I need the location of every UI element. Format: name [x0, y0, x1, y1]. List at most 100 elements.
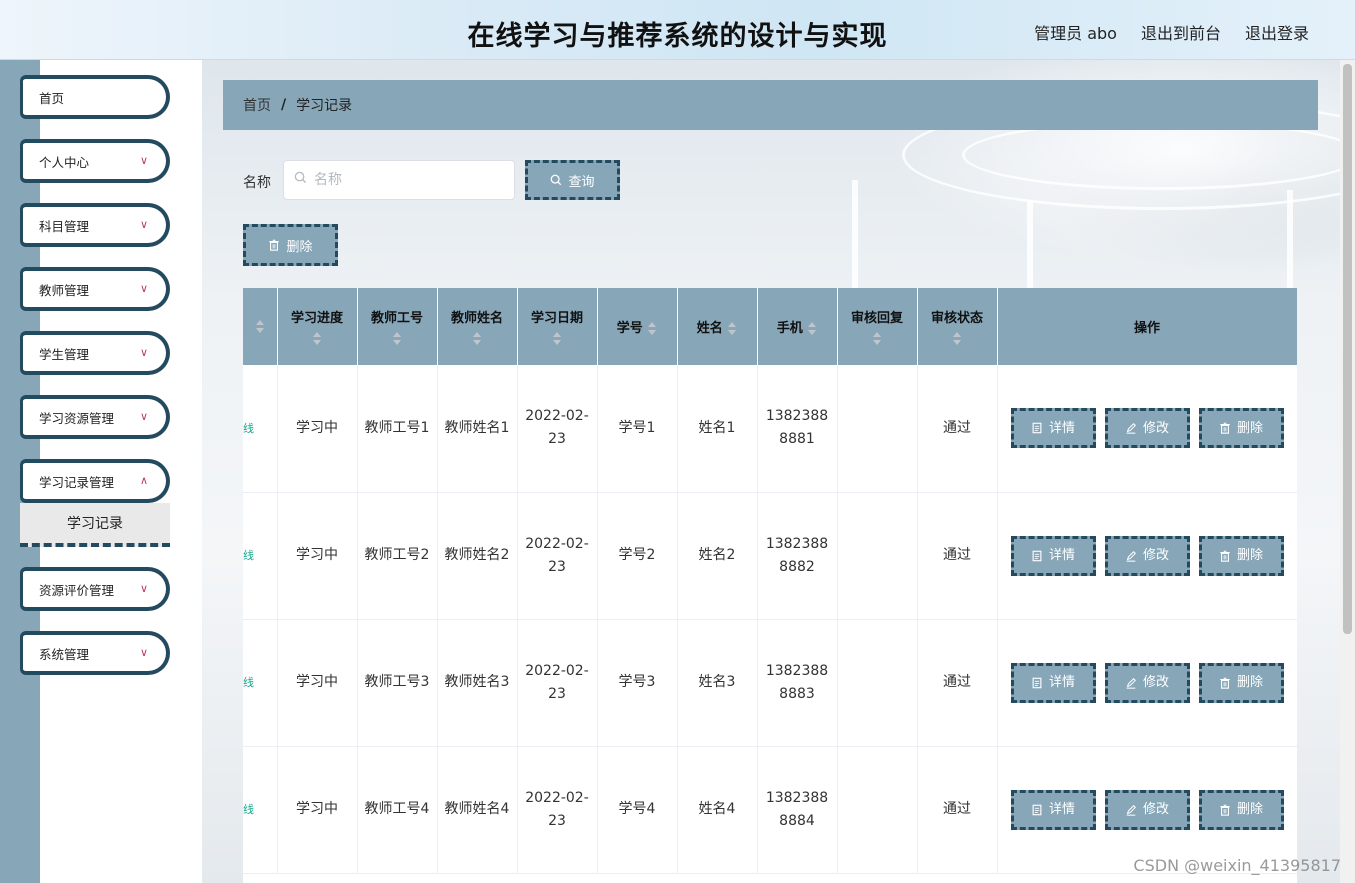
sort-icon[interactable] [312, 332, 322, 346]
column-header-progress[interactable]: 学习进度 [277, 288, 358, 365]
sort-icon[interactable] [727, 321, 737, 336]
page-scrollbar[interactable] [1340, 60, 1355, 883]
trash-icon [269, 239, 280, 251]
column-header-date[interactable]: 学习日期 [517, 288, 598, 365]
cell-reply [837, 365, 918, 493]
detail-button[interactable]: 详情 [1010, 789, 1096, 830]
back-to-front-link[interactable]: 退出到前台 [1141, 20, 1221, 44]
top-header: 在线学习与推荐系统的设计与实现 管理员 abo 退出到前台 退出登录 [0, 0, 1355, 60]
sidebar-item-label: 个人中心 [39, 154, 90, 170]
sort-icon[interactable] [872, 332, 882, 346]
cell-date: 2022-02-23 [517, 619, 598, 747]
delete-button[interactable]: 删除 [1198, 789, 1284, 830]
sort-icon[interactable] [552, 332, 562, 346]
table-row: 线 学习中 教师工号1 教师姓名1 2022-02-23 学号1 姓名1 138… [243, 365, 1297, 493]
column-header-phone[interactable]: 手机 [757, 288, 838, 365]
sidebar-item-teachers[interactable]: 教师管理 ∨ [20, 267, 170, 311]
cell-student-id: 学号4 [597, 746, 678, 874]
sort-icon[interactable] [807, 321, 817, 336]
edit-button-label: 修改 [1142, 548, 1169, 563]
sidebar-item-subjects[interactable]: 科目管理 ∨ [20, 203, 170, 247]
partial-cell[interactable]: 线 [243, 492, 278, 620]
column-header-teacher-name[interactable]: 教师姓名 [437, 288, 518, 365]
sidebar-item-label: 教师管理 [39, 282, 90, 298]
decor-ring [962, 120, 1355, 190]
records-table: 学习进度 教师工号 教师姓名 学习日期 学号 姓名 手机 审核回复 审核状态 操… [243, 288, 1297, 883]
row-actions: 详情 修改 删除 [1002, 408, 1293, 449]
cell-reply [837, 746, 918, 874]
partial-cell[interactable]: 线 [243, 746, 278, 874]
detail-button[interactable]: 详情 [1010, 408, 1096, 449]
cell-name: 姓名4 [677, 746, 758, 874]
cell-phone: 13823888882 [757, 492, 838, 620]
sidebar-item-system[interactable]: 系统管理 ∨ [20, 631, 170, 675]
sidebar-subitem-label: 学习记录 [67, 516, 123, 532]
chevron-down-icon: ∨ [139, 582, 148, 595]
edit-button[interactable]: 修改 [1104, 789, 1190, 830]
cell-teacher-id: 教师工号1 [357, 365, 438, 493]
sidebar-item-study-records[interactable]: 学习记录管理 ∧ [20, 459, 170, 503]
delete-button[interactable]: 删除 [1198, 662, 1284, 703]
delete-button[interactable]: 删除 [1198, 408, 1284, 449]
cell-actions: 详情 修改 删除 [997, 492, 1297, 620]
sort-icon[interactable] [255, 319, 265, 334]
cell-reply [837, 492, 918, 620]
sidebar-item-label: 首页 [39, 90, 65, 106]
chevron-down-icon: ∨ [139, 646, 148, 659]
table-header-row: 学习进度 教师工号 教师姓名 学习日期 学号 姓名 手机 审核回复 审核状态 操… [243, 288, 1297, 365]
breadcrumb-home[interactable]: 首页 [243, 95, 271, 115]
edit-button[interactable]: 修改 [1104, 408, 1190, 449]
cell-reply [837, 619, 918, 747]
cell-status: 通过 [917, 365, 998, 493]
sort-icon[interactable] [472, 332, 482, 346]
column-header-name[interactable]: 姓名 [677, 288, 758, 365]
cell-student-id: 学号1 [597, 365, 678, 493]
sidebar-item-personal-center[interactable]: 个人中心 ∨ [20, 139, 170, 183]
detail-button[interactable]: 详情 [1010, 535, 1096, 576]
scrollbar-thumb[interactable] [1343, 64, 1352, 634]
search-input[interactable] [283, 160, 515, 200]
column-header-partial[interactable] [243, 288, 278, 365]
sidebar-item-resources[interactable]: 学习资源管理 ∨ [20, 395, 170, 439]
sort-icon[interactable] [952, 332, 962, 346]
search-icon [551, 174, 562, 186]
watermark: CSDN @weixin_41395817 [1133, 856, 1341, 875]
search-button[interactable]: 查询 [525, 160, 620, 200]
delete-button-label: 删除 [1236, 420, 1263, 436]
partial-cell[interactable]: 线 [243, 619, 278, 747]
document-icon [1032, 422, 1042, 434]
column-header-teacher-id[interactable]: 教师工号 [357, 288, 438, 365]
cell-teacher-name: 教师姓名2 [437, 492, 518, 620]
sort-icon[interactable] [647, 321, 657, 336]
edit-icon [1126, 677, 1136, 689]
trash-icon [1220, 677, 1230, 689]
delete-button-label: 删除 [1236, 802, 1263, 817]
detail-button-label: 详情 [1048, 675, 1075, 690]
header-links: 管理员 abo 退出到前台 退出登录 [1034, 20, 1309, 44]
column-header-student-id[interactable]: 学号 [597, 288, 678, 365]
batch-delete-button[interactable]: 删除 [243, 224, 338, 266]
sidebar-item-label: 科目管理 [39, 218, 90, 234]
edit-button[interactable]: 修改 [1104, 662, 1190, 703]
sidebar-item-resource-reviews[interactable]: 资源评价管理 ∨ [20, 567, 170, 611]
detail-button[interactable]: 详情 [1010, 662, 1096, 703]
edit-icon [1126, 550, 1136, 562]
chevron-down-icon: ∨ [139, 218, 148, 231]
edit-button[interactable]: 修改 [1104, 535, 1190, 576]
sort-icon[interactable] [392, 332, 402, 346]
partial-cell[interactable]: 线 [243, 365, 278, 493]
column-header-status[interactable]: 审核状态 [917, 288, 998, 365]
sidebar-item-home[interactable]: 首页 [20, 75, 170, 119]
logout-link[interactable]: 退出登录 [1245, 20, 1309, 44]
sidebar-item-students[interactable]: 学生管理 ∨ [20, 331, 170, 375]
column-header-reply[interactable]: 审核回复 [837, 288, 918, 365]
cell-teacher-name: 教师姓名3 [437, 619, 518, 747]
row-actions: 详情 修改 删除 [1002, 789, 1293, 830]
cell-date: 2022-02-23 [517, 492, 598, 620]
sidebar-subitem-study-record[interactable]: 学习记录 [20, 503, 170, 547]
table-row: 线 学习中 教师工号2 教师姓名2 2022-02-23 学号2 姓名2 138… [243, 492, 1297, 620]
column-header-actions: 操作 [997, 288, 1297, 365]
batch-delete-label: 删除 [286, 239, 313, 255]
chevron-up-icon: ∧ [139, 474, 148, 487]
delete-button[interactable]: 删除 [1198, 535, 1284, 576]
